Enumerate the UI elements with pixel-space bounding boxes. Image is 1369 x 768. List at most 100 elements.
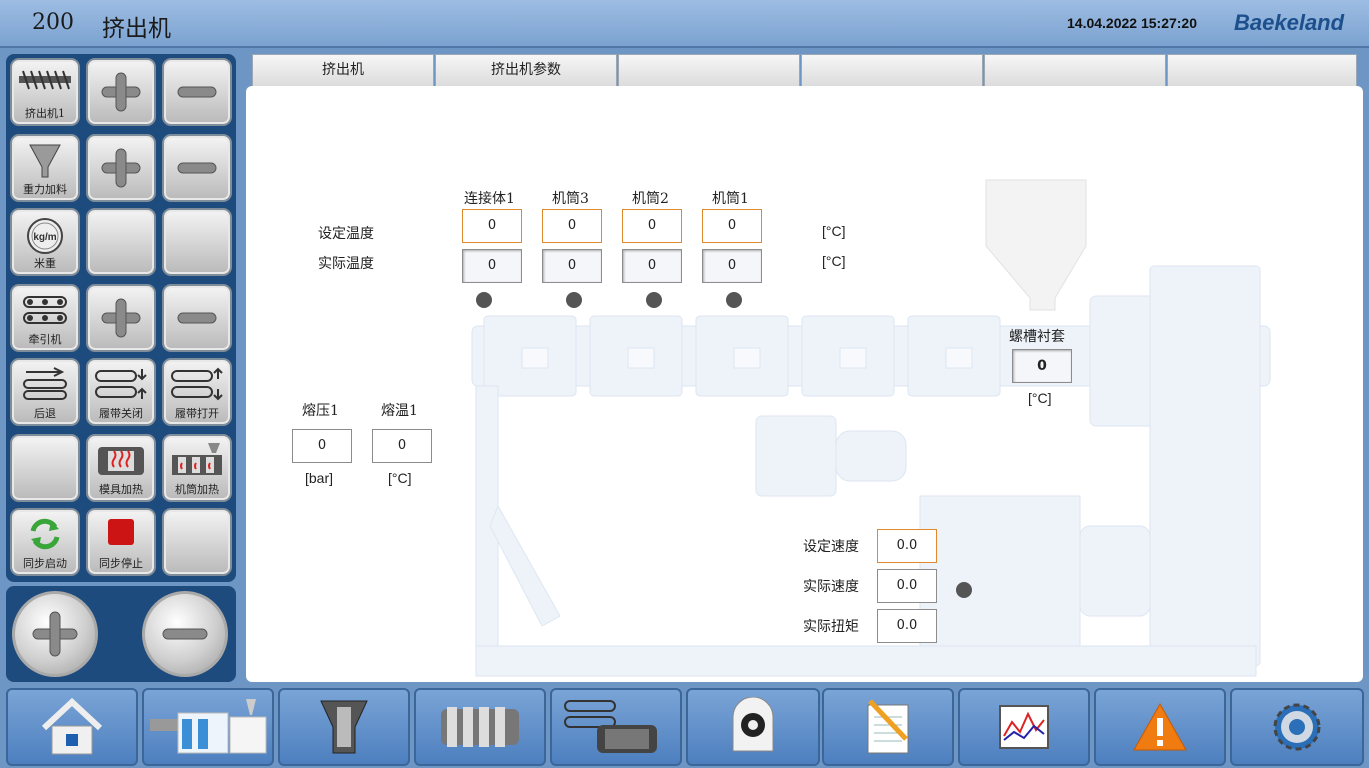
- settings-icon: [1273, 703, 1321, 751]
- nav-settings-button[interactable]: [1230, 688, 1364, 766]
- feeder-plus-button[interactable]: [86, 134, 156, 202]
- nav-haul-off-motor-button[interactable]: [550, 688, 682, 766]
- blank-button[interactable]: [86, 208, 156, 276]
- melt-temp-value: 0: [372, 429, 432, 463]
- extruder-overview: 连接体1 机筒3 机筒2 机筒1 设定温度 实际温度 0 0 0 0 0 0 0…: [246, 86, 1363, 682]
- nav-notes-button[interactable]: [822, 688, 954, 766]
- tab-extruder-params[interactable]: 挤出机参数: [435, 54, 617, 86]
- set-temp-barrel1-input[interactable]: 0: [702, 209, 762, 243]
- actual-torque-label: 实际扭矩: [803, 619, 859, 635]
- actual-temp-barrel2: 0: [622, 249, 682, 283]
- set-temp-barrel3-input[interactable]: 0: [542, 209, 602, 243]
- feeder-icon: [320, 700, 368, 754]
- nav-trend-button[interactable]: [958, 688, 1090, 766]
- notes-icon: [867, 699, 909, 754]
- plus-icon: [32, 611, 78, 657]
- speed-adjust-panel: [6, 586, 236, 682]
- barrel-heating-button[interactable]: 机筒加热: [162, 434, 232, 502]
- nav-alarm-button[interactable]: [1094, 688, 1226, 766]
- belt-close-icon: [95, 369, 147, 399]
- haul-off-minus-button[interactable]: [162, 284, 232, 352]
- alarm-icon: [1133, 702, 1187, 751]
- actual-temp-adapter1: 0: [462, 249, 522, 283]
- feed-bush-label: 螺槽衬套: [1009, 329, 1065, 345]
- haul-off-plus-button[interactable]: [86, 284, 156, 352]
- barrel-heating-icon: [172, 443, 222, 475]
- belt-back-button[interactable]: 后退: [10, 358, 80, 426]
- set-temp-adapter1-input[interactable]: 0: [462, 209, 522, 243]
- extruder1-button[interactable]: 挤出机1: [10, 58, 80, 126]
- belt-open-icon: [171, 367, 223, 401]
- nav-barrel-heater-button[interactable]: [414, 688, 546, 766]
- melt-pressure-unit: [bar]: [305, 470, 334, 486]
- actual-temp-unit: [°C]: [822, 253, 846, 269]
- extruder-plus-button[interactable]: [86, 58, 156, 126]
- tab-empty[interactable]: [801, 54, 983, 86]
- set-temp-barrel2-input[interactable]: 0: [622, 209, 682, 243]
- drive-status-led: [956, 582, 972, 598]
- blank-button[interactable]: [162, 208, 232, 276]
- global-minus-button[interactable]: [142, 591, 228, 677]
- heater-status-led: [566, 292, 582, 308]
- button-label: 牵引机: [28, 333, 62, 346]
- feed-bush-unit: [°C]: [1028, 390, 1052, 406]
- actual-speed-value: 0.0: [877, 569, 937, 603]
- button-label: 重力加料: [23, 183, 67, 196]
- nav-extrusion-line-button[interactable]: [142, 688, 274, 766]
- extruder-minus-button[interactable]: [162, 58, 232, 126]
- trend-chart-icon: [999, 705, 1049, 749]
- tab-empty[interactable]: [618, 54, 800, 86]
- tab-bar: 挤出机 挤出机参数: [252, 54, 1357, 86]
- belt-back-icon: [23, 367, 67, 400]
- tab-empty[interactable]: [1167, 54, 1357, 86]
- brand-logo: Baekeland: [1234, 10, 1345, 35]
- tab-extruder[interactable]: 挤出机: [252, 54, 434, 86]
- global-plus-button[interactable]: [12, 591, 98, 677]
- feed-bush-temp: 0: [1012, 349, 1072, 383]
- button-label: 履带关闭: [99, 407, 143, 420]
- actual-temp-barrel1: 0: [702, 249, 762, 283]
- actual-temp-label: 实际温度: [318, 256, 374, 272]
- button-label: 挤出机1: [25, 107, 65, 120]
- haul-off-motor-icon: [564, 700, 657, 753]
- haul-off-icon: [23, 296, 67, 324]
- zone-header-adapter1: 连接体1: [464, 191, 515, 207]
- set-temp-unit: [°C]: [822, 223, 846, 239]
- belt-open-button[interactable]: 履带打开: [162, 358, 232, 426]
- melt-temp-label: 熔温1: [381, 403, 418, 419]
- minus-icon: [177, 86, 217, 98]
- sync-start-icon: [30, 518, 60, 550]
- sync-stop-button[interactable]: 同步停止: [86, 508, 156, 576]
- screen-id: 200: [32, 10, 74, 35]
- set-speed-input[interactable]: 0.0: [877, 529, 937, 563]
- haul-off-button[interactable]: 牵引机: [10, 284, 80, 352]
- set-temp-label: 设定温度: [318, 226, 374, 242]
- blank-button[interactable]: [162, 508, 232, 576]
- button-label: 履带打开: [175, 407, 219, 420]
- svg-text:kg/m: kg/m: [33, 232, 56, 243]
- nav-feeder-button[interactable]: [278, 688, 410, 766]
- plus-icon: [101, 298, 141, 338]
- kg-per-meter-gauge-icon: kg/m: [27, 218, 63, 254]
- nav-home-button[interactable]: [6, 688, 138, 766]
- belt-close-button[interactable]: 履带关闭: [86, 358, 156, 426]
- die-heating-button[interactable]: 模具加热: [86, 434, 156, 502]
- header-bar: 200 挤出机 14.04.2022 15:27:20 Baekeland: [0, 0, 1369, 48]
- zone-header-barrel3: 机筒3: [552, 191, 589, 207]
- gravity-feeder-button[interactable]: 重力加料: [10, 134, 80, 202]
- control-button-panel: 挤出机1 重力加料 kg/m 米重 牵引机 后退 履带关闭 履带打开 模具加热 …: [6, 54, 236, 582]
- extrusion-line-icon: [150, 699, 267, 754]
- sync-stop-icon: [108, 519, 134, 545]
- blank-button[interactable]: [10, 434, 80, 502]
- zone-header-barrel1: 机筒1: [712, 191, 749, 207]
- tab-empty[interactable]: [984, 54, 1166, 86]
- button-label: 后退: [34, 407, 56, 420]
- gravity-feeder-icon: [29, 144, 61, 178]
- nav-cutter-button[interactable]: [686, 688, 820, 766]
- melt-pressure-label: 熔压1: [302, 403, 339, 419]
- page-title: 挤出机: [102, 16, 171, 42]
- sync-start-button[interactable]: 同步启动: [10, 508, 80, 576]
- meter-weight-button[interactable]: kg/m 米重: [10, 208, 80, 276]
- button-label: 机筒加热: [175, 483, 219, 496]
- feeder-minus-button[interactable]: [162, 134, 232, 202]
